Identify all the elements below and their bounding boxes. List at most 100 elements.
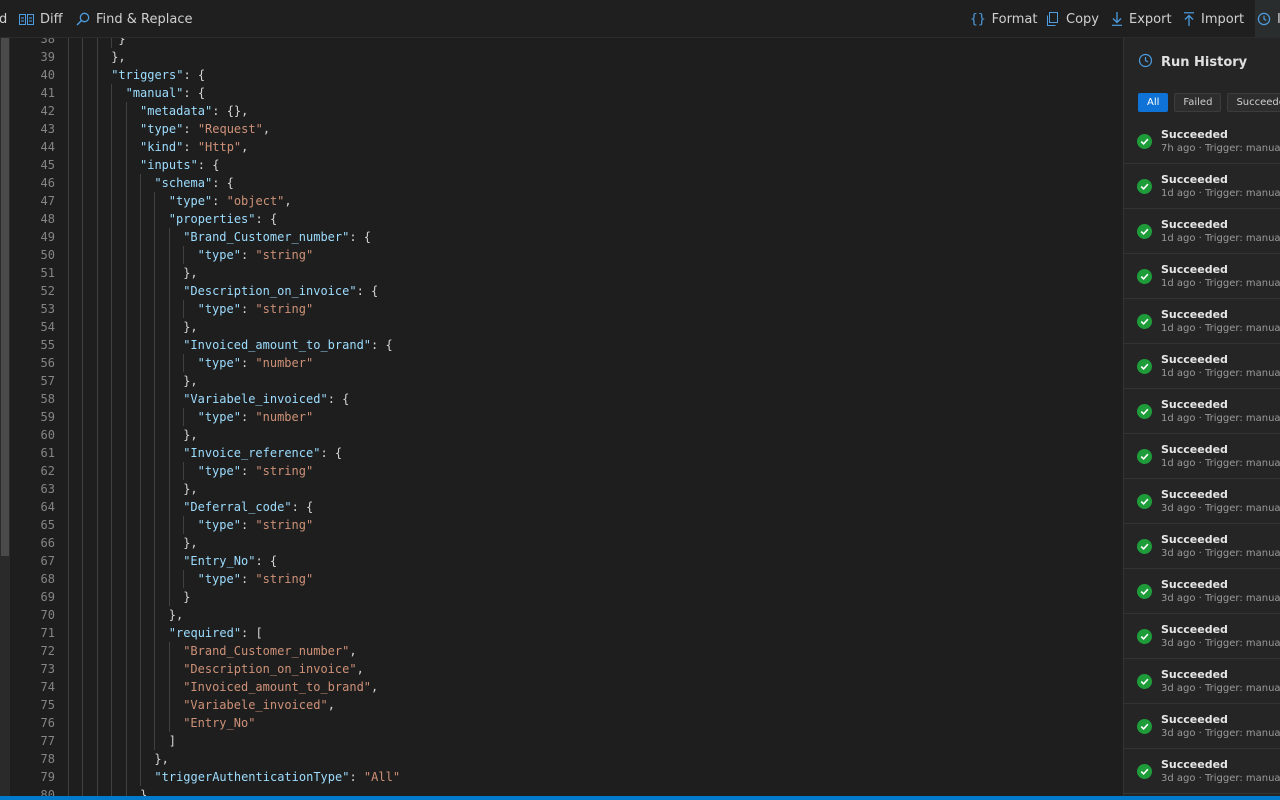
code-line[interactable]: 52 "Description_on_invoice": { bbox=[10, 282, 1123, 300]
code-line[interactable]: 73 "Description_on_invoice", bbox=[10, 660, 1123, 678]
code-line[interactable]: 58 "Variabele_invoiced": { bbox=[10, 390, 1123, 408]
editor-scrollbar-thumb[interactable] bbox=[1, 38, 9, 556]
run-history-toggle-button[interactable]: I bbox=[1255, 0, 1280, 38]
run-history-item[interactable]: Succeeded 1d ago · Trigger: manual bbox=[1124, 389, 1280, 434]
run-history-item[interactable]: Succeeded 3d ago · Trigger: manual bbox=[1124, 659, 1280, 704]
code-line[interactable]: 45 "inputs": { bbox=[10, 156, 1123, 174]
indent-guide bbox=[82, 372, 84, 390]
line-number: 47 bbox=[40, 194, 55, 208]
run-status: Succeeded bbox=[1161, 128, 1228, 141]
code-line[interactable]: 72 "Brand_Customer_number", bbox=[10, 642, 1123, 660]
code-line[interactable]: 60}, bbox=[10, 426, 1123, 444]
line-number: 69 bbox=[40, 590, 55, 604]
code-line[interactable]: 67 "Entry_No": { bbox=[10, 552, 1123, 570]
copy-button[interactable]: Copy bbox=[1046, 0, 1099, 38]
json-punctuation: }, bbox=[111, 50, 126, 64]
line-number: 48 bbox=[40, 212, 55, 226]
code-area[interactable]: 38} 39}, 40 "triggers": {41 "manual": {42 "me… bbox=[10, 38, 1123, 797]
code-line[interactable]: 43 "type": "Request", bbox=[10, 120, 1123, 138]
run-history-item[interactable]: Succeeded 7h ago · Trigger: manual bbox=[1124, 119, 1280, 164]
run-history-item[interactable]: Succeeded 1d ago · Trigger: manual bbox=[1124, 254, 1280, 299]
success-check-icon bbox=[1137, 404, 1152, 419]
code-line[interactable]: 48 "properties": { bbox=[10, 210, 1123, 228]
run-history-item[interactable]: Succeeded 3d ago · Trigger: manual bbox=[1124, 479, 1280, 524]
run-history-item[interactable]: Succeeded 1d ago · Trigger: manual bbox=[1124, 164, 1280, 209]
code-line[interactable]: 38} bbox=[10, 38, 1123, 48]
code-line[interactable]: 62 "type": "string" bbox=[10, 462, 1123, 480]
run-history-header: Run History bbox=[1138, 53, 1247, 72]
indent-guide bbox=[125, 750, 127, 768]
indent-guide bbox=[82, 624, 84, 642]
editor-scrollbar[interactable] bbox=[0, 38, 10, 797]
code-line[interactable]: 65 "type": "string" bbox=[10, 516, 1123, 534]
indent-guide bbox=[154, 354, 156, 372]
run-history-item[interactable]: Succeeded 3d ago · Trigger: manual bbox=[1124, 569, 1280, 614]
import-button[interactable]: Import bbox=[1183, 0, 1244, 38]
run-history-item[interactable]: Succeeded 3d ago · Trigger: manual bbox=[1124, 524, 1280, 569]
code-line[interactable]: 56 "type": "number" bbox=[10, 354, 1123, 372]
code-line[interactable]: 66}, bbox=[10, 534, 1123, 552]
code-line[interactable]: 77] bbox=[10, 732, 1123, 750]
diff-button[interactable]: Diff bbox=[19, 0, 63, 38]
code-line[interactable]: 40 "triggers": { bbox=[10, 66, 1123, 84]
toolbar-truncated-button[interactable]: d bbox=[0, 0, 7, 38]
code-line[interactable]: 70}, bbox=[10, 606, 1123, 624]
indent-guide bbox=[140, 264, 141, 282]
code-line[interactable]: 78}, bbox=[10, 750, 1123, 768]
run-history-item[interactable]: Succeeded 3d ago · Trigger: manual bbox=[1124, 704, 1280, 749]
indent-guide bbox=[168, 228, 170, 246]
indent-guide bbox=[125, 390, 127, 408]
code-line[interactable]: 44 "kind": "Http", bbox=[10, 138, 1123, 156]
code-line[interactable]: 41 "manual": { bbox=[10, 84, 1123, 102]
code-editor[interactable]: 38} 39}, 40 "triggers": {41 "manual": {42 "me… bbox=[0, 38, 1123, 797]
code-line[interactable]: 79 "triggerAuthenticationType": "All" bbox=[10, 768, 1123, 786]
json-punctuation: }, bbox=[183, 428, 198, 442]
code-line[interactable]: 50 "type": "string" bbox=[10, 246, 1123, 264]
code-line[interactable]: 69} bbox=[10, 588, 1123, 606]
json-punctuation: : { bbox=[255, 554, 278, 568]
filter-failed[interactable]: Failed bbox=[1174, 93, 1222, 112]
code-line[interactable]: 39}, bbox=[10, 48, 1123, 66]
run-history-item[interactable]: Succeeded 1d ago · Trigger: manual bbox=[1124, 209, 1280, 254]
code-line[interactable]: 49 "Brand_Customer_number": { bbox=[10, 228, 1123, 246]
code-line[interactable]: 42 "metadata": {}, bbox=[10, 102, 1123, 120]
find-replace-button[interactable]: Find & Replace bbox=[76, 0, 192, 38]
run-meta: 3d ago · Trigger: manual bbox=[1161, 728, 1280, 739]
code-line[interactable]: 63}, bbox=[10, 480, 1123, 498]
run-status: Succeeded bbox=[1161, 443, 1228, 456]
code-line[interactable]: 47 "type": "object", bbox=[10, 192, 1123, 210]
code-line[interactable]: 71 "required": [ bbox=[10, 624, 1123, 642]
code-line[interactable]: 75 "Variabele_invoiced", bbox=[10, 696, 1123, 714]
indent-guide bbox=[140, 318, 141, 336]
export-button[interactable]: Export bbox=[1111, 0, 1172, 38]
run-history-item[interactable]: Succeeded 3d ago · Trigger: manual bbox=[1124, 614, 1280, 659]
run-history-item[interactable]: Succeeded 1d ago · Trigger: manual bbox=[1124, 344, 1280, 389]
code-line[interactable]: 51}, bbox=[10, 264, 1123, 282]
run-history-item[interactable]: Succeeded 3d ago · Trigger: manual bbox=[1124, 749, 1280, 794]
indent-guide bbox=[125, 336, 127, 354]
code-line[interactable]: 61 "Invoice_reference": { bbox=[10, 444, 1123, 462]
code-line[interactable]: 76 "Entry_No" bbox=[10, 714, 1123, 732]
code-line[interactable]: 53 "type": "string" bbox=[10, 300, 1123, 318]
run-meta: 7h ago · Trigger: manual bbox=[1161, 143, 1280, 154]
code-line[interactable]: 54}, bbox=[10, 318, 1123, 336]
code-line[interactable]: 64 "Deferral_code": { bbox=[10, 498, 1123, 516]
indent-guide bbox=[82, 336, 84, 354]
code-line[interactable]: 59 "type": "number" bbox=[10, 408, 1123, 426]
indent-guide bbox=[82, 426, 84, 444]
code-line[interactable]: 74 "Invoiced_amount_to_brand", bbox=[10, 678, 1123, 696]
code-line[interactable]: 46 "schema": { bbox=[10, 174, 1123, 192]
filter-succeeded[interactable]: Succeeded bbox=[1227, 93, 1280, 112]
indent-guide bbox=[82, 246, 84, 264]
run-history-item[interactable]: Succeeded 1d ago · Trigger: manual bbox=[1124, 434, 1280, 479]
format-button[interactable]: {} Format bbox=[970, 0, 1037, 38]
indent-guide bbox=[168, 714, 170, 732]
run-history-item[interactable]: Succeeded 1d ago · Trigger: manual bbox=[1124, 299, 1280, 344]
code-line[interactable]: 57}, bbox=[10, 372, 1123, 390]
code-line[interactable]: 55 "Invoiced_amount_to_brand": { bbox=[10, 336, 1123, 354]
code-line[interactable]: 68 "type": "string" bbox=[10, 570, 1123, 588]
indent-guide bbox=[154, 336, 156, 354]
indent-guide bbox=[168, 246, 170, 264]
indent-guide bbox=[168, 372, 170, 390]
filter-all[interactable]: All bbox=[1138, 93, 1169, 112]
